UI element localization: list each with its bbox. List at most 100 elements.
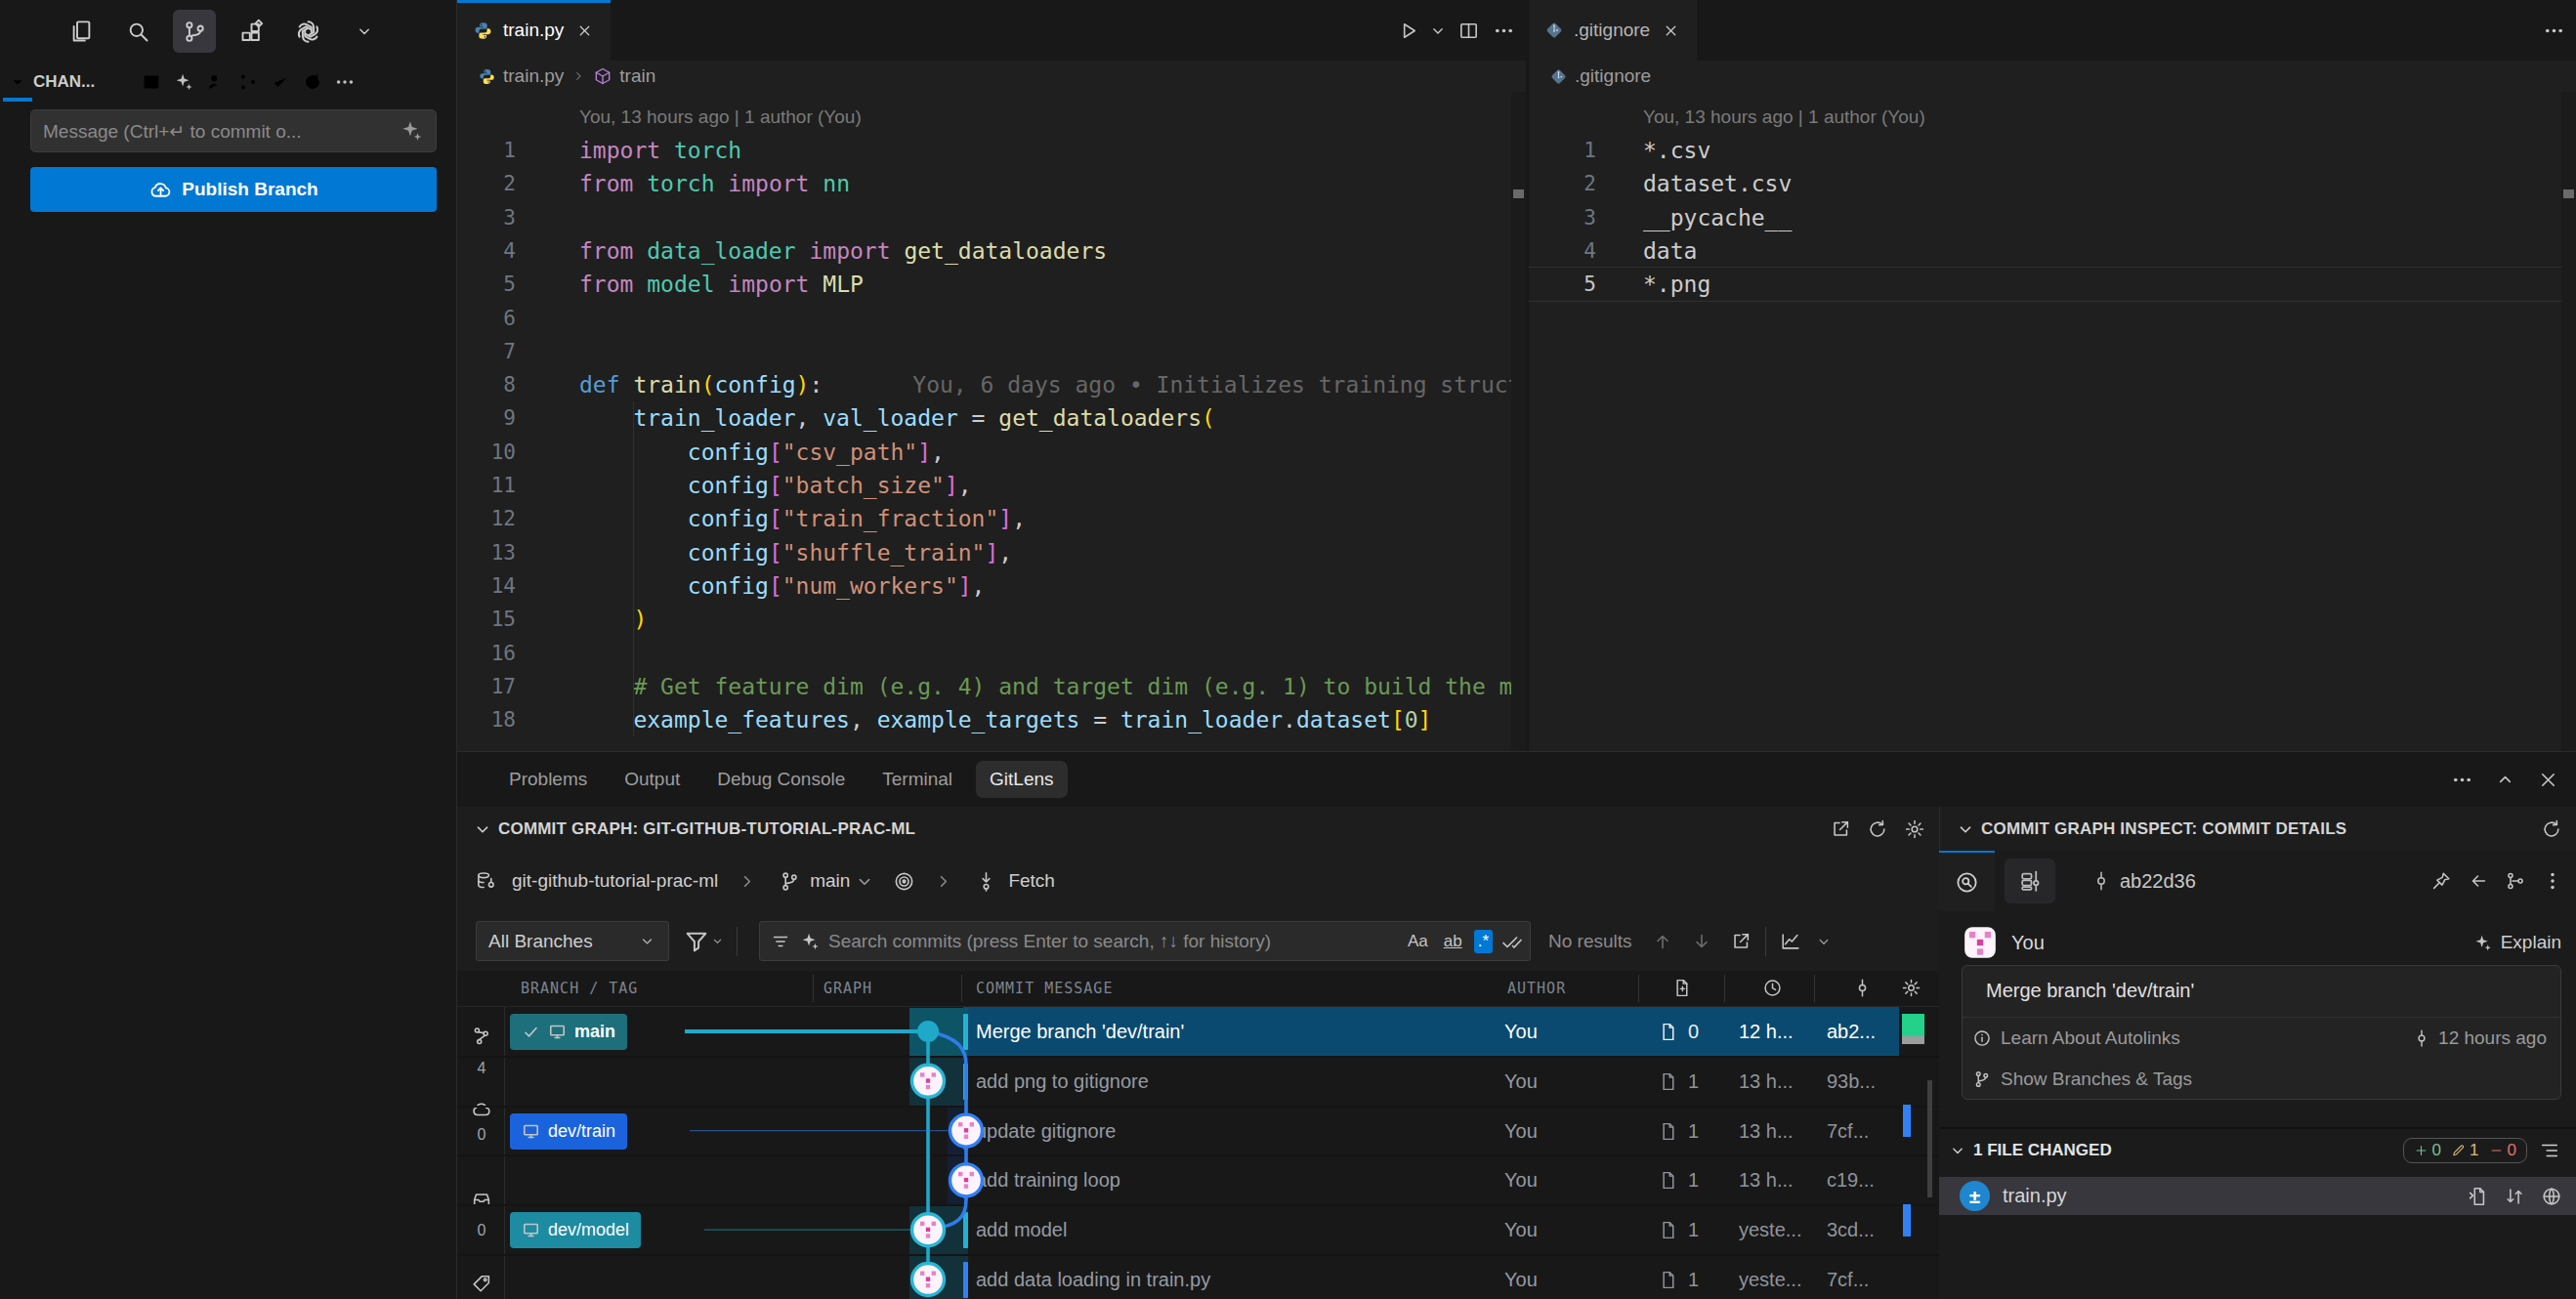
- more-actions-icon[interactable]: [2447, 765, 2476, 794]
- close-icon[interactable]: [1660, 20, 1681, 41]
- column-author[interactable]: AUTHOR: [1507, 980, 1566, 997]
- list-tree-icon[interactable]: [103, 69, 135, 95]
- changes-column-icon[interactable]: [1671, 978, 1692, 998]
- whole-word-toggle[interactable]: ab: [1440, 930, 1466, 953]
- chevron-down-icon[interactable]: [1815, 933, 1833, 950]
- compare-graph-icon[interactable]: [2501, 867, 2529, 896]
- breadcrumb-file[interactable]: .gitignore: [1575, 65, 1651, 87]
- chevron-down-icon[interactable]: [6, 69, 29, 95]
- fetch-icon[interactable]: [971, 866, 1000, 896]
- open-external-icon[interactable]: [1726, 927, 1755, 956]
- branch-label-main[interactable]: main: [510, 1014, 627, 1050]
- close-panel-icon[interactable]: [2533, 765, 2562, 794]
- branches-filter-select[interactable]: All Branches: [476, 921, 669, 961]
- chevron-down-icon[interactable]: [469, 816, 496, 843]
- explain-button[interactable]: Explain: [2472, 932, 2561, 953]
- cloud-icon[interactable]: [471, 1099, 492, 1120]
- panel-tab-output[interactable]: Output: [611, 761, 694, 798]
- column-message[interactable]: COMMIT MESSAGE: [976, 980, 1113, 997]
- autolinks-link[interactable]: Learn About Autolinks: [1972, 1027, 2180, 1049]
- tag-icon[interactable]: [471, 1273, 492, 1294]
- date-column-icon[interactable]: [1762, 978, 1783, 998]
- regex-toggle[interactable]: .*: [1474, 930, 1493, 953]
- code-editor-train[interactable]: You, 13 hours ago | 1 author (You)1impor…: [457, 92, 1526, 751]
- chevron-down-icon[interactable]: [1952, 816, 1979, 843]
- fetch-label[interactable]: Fetch: [1008, 870, 1055, 892]
- commit-row[interactable]: add data loading in train.pyYou1yeste...…: [505, 1255, 1939, 1299]
- refresh-icon[interactable]: [2537, 815, 2566, 844]
- split-editor-icon[interactable]: [1454, 16, 1483, 45]
- inbox-icon[interactable]: [471, 1189, 492, 1210]
- publish-branch-button[interactable]: Publish Branch: [30, 167, 437, 212]
- panel-tab-gitlens[interactable]: GitLens: [976, 761, 1067, 798]
- chevron-down-icon[interactable]: [343, 10, 386, 53]
- branch-name[interactable]: main: [810, 870, 850, 892]
- check-icon[interactable]: [264, 69, 296, 95]
- commit-row[interactable]: add png to gitignoreYou113 h...93b...: [505, 1057, 1939, 1107]
- filter-icon[interactable]: [683, 928, 710, 955]
- changed-file-row[interactable]: ± train.py: [1939, 1177, 2576, 1215]
- view-as-list-icon[interactable]: [2537, 1138, 2562, 1163]
- files-changed-header[interactable]: 1 FILE CHANGED 0 1 0: [1939, 1129, 2576, 1172]
- commit-graph-section-header[interactable]: COMMIT GRAPH: GIT-GITHUB-TUTORIAL-PRAC-M…: [457, 807, 1939, 851]
- commit-row[interactable]: add training loopYou113 h...c19...: [505, 1155, 1939, 1205]
- more-actions-icon[interactable]: [2539, 16, 2568, 45]
- more-actions-icon[interactable]: [1489, 16, 1518, 45]
- more-actions-icon[interactable]: [328, 69, 360, 95]
- breadcrumbs[interactable]: train.py train: [457, 61, 1526, 92]
- target-icon[interactable]: [889, 866, 918, 896]
- source-control-icon[interactable]: [173, 10, 216, 53]
- tab-gitignore[interactable]: .gitignore: [1529, 0, 1697, 61]
- commit-sha-chip[interactable]: ab22d36: [2090, 870, 2196, 893]
- breadcrumb-symbol[interactable]: train: [619, 65, 655, 87]
- open-on-remote-icon[interactable]: [2539, 1184, 2564, 1209]
- tab-train-py[interactable]: train.py: [457, 0, 611, 61]
- match-all-icon[interactable]: [1500, 930, 1524, 953]
- arrow-up-icon[interactable]: [1648, 927, 1677, 956]
- open-in-editor-icon[interactable]: [1826, 815, 1855, 844]
- run-python-icon[interactable]: [1393, 16, 1422, 45]
- commit-graph-icon[interactable]: [232, 69, 264, 95]
- repo-name[interactable]: git-github-tutorial-prac-ml: [512, 870, 718, 892]
- maximize-panel-icon[interactable]: [2490, 765, 2519, 794]
- arrow-down-icon[interactable]: [1687, 927, 1716, 956]
- branch-label-dev-train[interactable]: dev/train: [510, 1113, 627, 1150]
- breadcrumbs[interactable]: .gitignore: [1529, 61, 2576, 92]
- show-branches-link[interactable]: Show Branches & Tags: [1972, 1069, 2192, 1090]
- commit-details-section-header[interactable]: COMMIT GRAPH INSPECT: COMMIT DETAILS: [1939, 807, 2576, 851]
- refresh-icon[interactable]: [1863, 815, 1892, 844]
- breadcrumb-file[interactable]: train.py: [503, 65, 564, 87]
- kebab-menu-icon[interactable]: [2538, 867, 2566, 896]
- extensions-icon[interactable]: [230, 10, 273, 53]
- back-icon[interactable]: [2464, 867, 2492, 896]
- code-editor-gitignore[interactable]: You, 13 hours ago | 1 author (You)1*.csv…: [1529, 92, 2576, 751]
- gear-icon[interactable]: [1900, 815, 1929, 844]
- refresh-icon[interactable]: [296, 69, 328, 95]
- graph-scrollbar[interactable]: [1927, 1080, 1932, 1197]
- panel-tab-terminal[interactable]: Terminal: [868, 761, 966, 798]
- match-case-toggle[interactable]: Aa: [1404, 930, 1432, 953]
- files-icon[interactable]: [60, 10, 103, 53]
- tab-commit-search-icon[interactable]: [1939, 851, 1995, 911]
- tab-stash-layers-icon[interactable]: [2005, 859, 2055, 903]
- search-icon[interactable]: [116, 10, 159, 53]
- compare-icon[interactable]: [2502, 1184, 2527, 1209]
- minimap-toggle-icon[interactable]: [1776, 927, 1805, 956]
- column-branch-tag[interactable]: BRANCH / TAG: [521, 980, 638, 997]
- split-view-icon[interactable]: [135, 69, 167, 95]
- filter-lines-icon[interactable]: [770, 931, 791, 952]
- person-add-icon[interactable]: [199, 69, 232, 95]
- sha-column-icon[interactable]: [1852, 978, 1873, 998]
- commit-message-input[interactable]: Message (Ctrl+↵ to commit o...: [30, 109, 437, 152]
- close-icon[interactable]: [573, 20, 595, 41]
- sparkle-icon[interactable]: [399, 118, 424, 144]
- network-icon[interactable]: [471, 1026, 492, 1047]
- chevron-down-icon[interactable]: [854, 866, 875, 896]
- column-graph[interactable]: GRAPH: [823, 980, 872, 997]
- sparkle-icon[interactable]: [799, 931, 821, 952]
- run-dropdown-icon[interactable]: [1428, 16, 1448, 45]
- open-file-icon[interactable]: [2465, 1184, 2490, 1209]
- branch-label-dev-model[interactable]: dev/model: [510, 1212, 641, 1248]
- openai-icon[interactable]: [286, 10, 329, 53]
- pin-icon[interactable]: [2427, 867, 2455, 896]
